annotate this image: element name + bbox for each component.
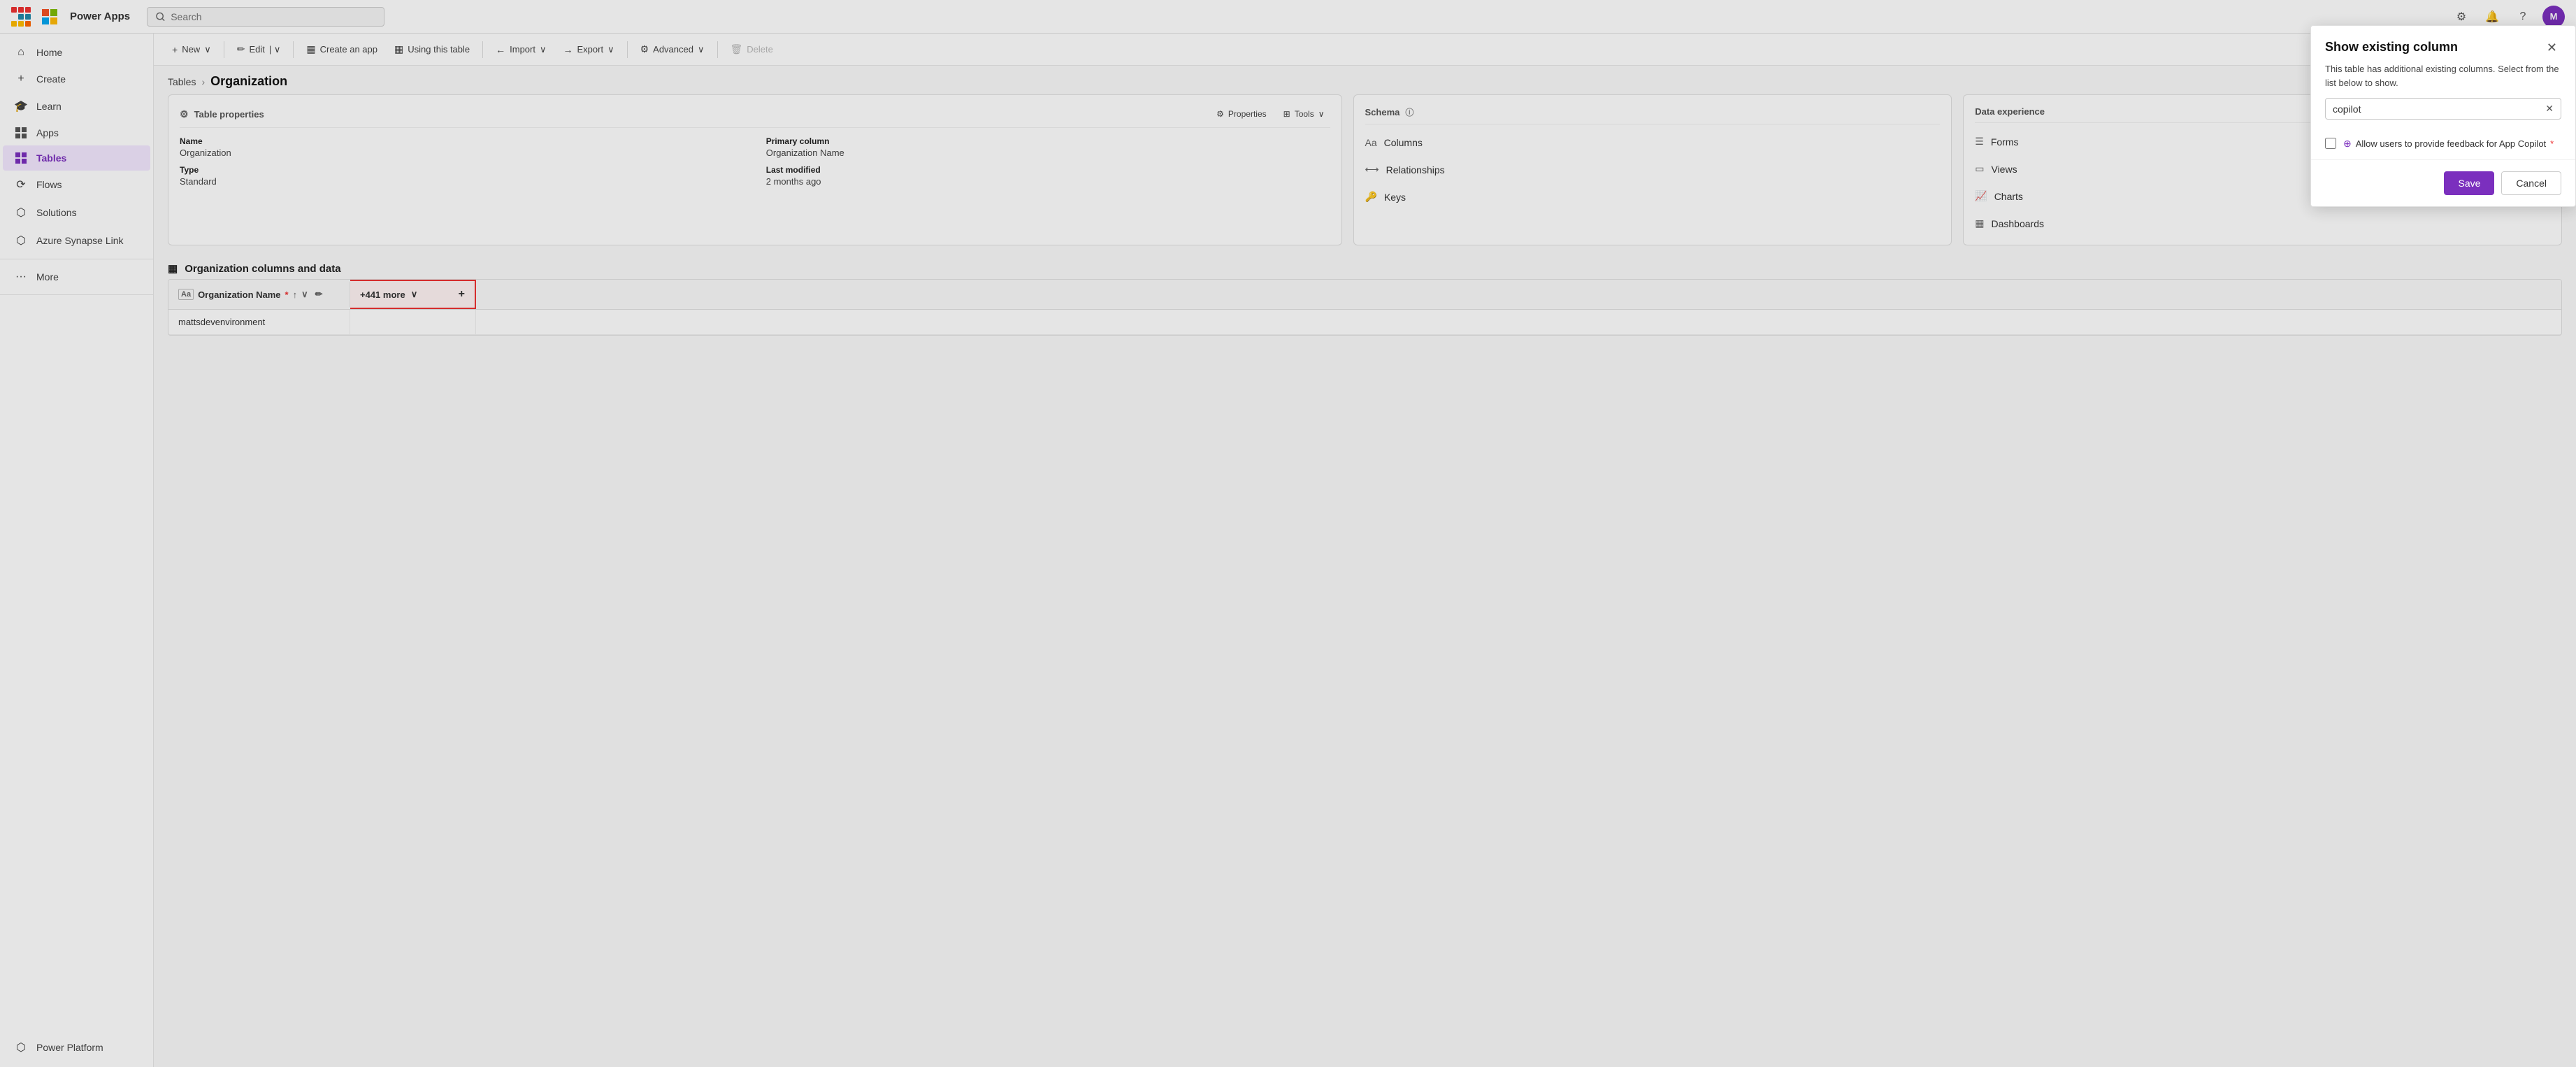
modal-search-field[interactable]: ✕ (2325, 98, 2561, 120)
modal-footer: Save Cancel (2311, 159, 2575, 206)
modal-cancel-button[interactable]: Cancel (2501, 171, 2561, 195)
modal-search-input[interactable] (2333, 103, 2540, 115)
modal-search-clear[interactable]: ✕ (2545, 103, 2554, 115)
show-existing-column-modal: Show existing column ✕ This table has ad… (2310, 25, 2576, 207)
copilot-label-text: Allow users to provide feedback for App … (2356, 137, 2546, 151)
modal-save-button[interactable]: Save (2444, 171, 2494, 195)
copilot-feedback-label: ⊕ Allow users to provide feedback for Ap… (2343, 136, 2554, 151)
modal-title: Show existing column (2325, 40, 2458, 55)
modal-close-button[interactable]: ✕ (2542, 40, 2561, 55)
required-star: * (2550, 137, 2554, 151)
copilot-icon: ⊕ (2343, 136, 2352, 151)
modal-overlay: Show existing column ✕ This table has ad… (0, 0, 2576, 1067)
modal-header: Show existing column ✕ (2311, 26, 2575, 62)
modal-body: ✕ (2311, 98, 2575, 128)
modal-checkbox-row: ⊕ Allow users to provide feedback for Ap… (2311, 128, 2575, 159)
copilot-feedback-checkbox[interactable] (2325, 138, 2336, 149)
modal-description: This table has additional existing colum… (2311, 62, 2575, 98)
